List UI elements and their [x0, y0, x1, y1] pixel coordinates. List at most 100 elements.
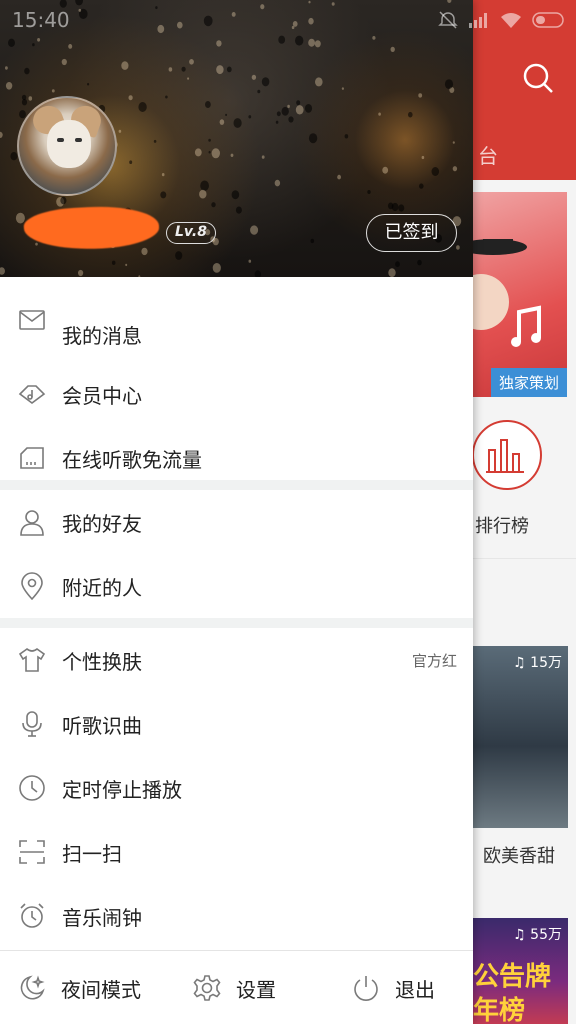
menu-item-friends[interactable]: 我的好友	[0, 490, 473, 554]
rain-drop	[216, 65, 224, 75]
rain-drop	[219, 119, 225, 125]
rain-drop	[28, 96, 33, 101]
menu-item-label: 我的消息	[62, 324, 142, 348]
night-mode-button[interactable]: 夜间模式	[18, 951, 141, 1024]
menu-item-label: 扫一扫	[62, 841, 122, 866]
play-count: ♫ 15万	[513, 655, 562, 671]
diamond-music-icon	[18, 385, 46, 404]
rain-drop	[287, 104, 290, 108]
mute-icon	[438, 11, 458, 29]
menu-item-free-data[interactable]: 在线听歌免流量	[0, 426, 473, 490]
menu-item-music-alarm[interactable]: 音乐闹钟	[0, 884, 473, 948]
rain-drop	[216, 40, 222, 47]
moon-icon	[20, 975, 45, 1000]
menu-item-label: 会员中心	[62, 383, 142, 408]
rain-drop	[431, 167, 440, 176]
rain-drop	[281, 106, 289, 116]
rain-drop	[341, 87, 344, 90]
rain-drop	[35, 242, 38, 246]
rain-drop	[208, 150, 211, 154]
menu-item-sleep-timer[interactable]: 定时停止播放	[0, 756, 473, 820]
menu-item-messages[interactable]: 我的消息	[0, 277, 473, 362]
rain-drop	[417, 259, 422, 266]
status-icons	[438, 11, 566, 29]
rain-drop	[274, 179, 281, 187]
menu-item-vip-center[interactable]: 会员中心	[0, 362, 473, 426]
rain-drop	[5, 82, 13, 90]
rain-drop	[251, 74, 257, 80]
exit-button[interactable]: 退出	[352, 951, 435, 1024]
wifi-icon	[501, 13, 521, 28]
rain-drop	[199, 189, 207, 199]
rain-drop	[60, 196, 67, 205]
location-pin-icon	[21, 572, 43, 600]
checkin-button[interactable]: 已签到	[366, 214, 457, 252]
rain-drop	[367, 190, 371, 194]
menu-item-song-recognition[interactable]: 听歌识曲	[0, 692, 473, 756]
rain-drop	[231, 190, 240, 200]
rain-drop	[211, 202, 216, 208]
rain-drop	[68, 44, 73, 49]
menu-item-label: 音乐闹钟	[62, 905, 142, 930]
level-badge: Lv.8	[166, 222, 216, 244]
search-icon[interactable]	[522, 62, 554, 94]
rain-drop	[308, 133, 318, 144]
rain-drop	[194, 148, 202, 157]
rain-drop	[408, 111, 413, 118]
rain-drop	[211, 148, 220, 159]
play-count: ♫ 55万	[513, 927, 562, 943]
rain-drop	[160, 191, 167, 199]
rain-drop	[235, 206, 242, 214]
rain-drop	[254, 270, 261, 277]
bottom-bar: 夜间模式 设置 退出	[0, 950, 473, 1024]
background-tab-partial[interactable]: 台	[478, 140, 498, 169]
rank-label[interactable]: 排行榜	[475, 512, 529, 538]
rain-drop	[261, 77, 270, 87]
rain-drop	[248, 115, 252, 119]
rain-drop	[304, 104, 313, 113]
clock-icon	[19, 775, 45, 801]
rain-drop	[344, 134, 349, 139]
rain-drop	[208, 138, 211, 142]
avatar[interactable]	[17, 96, 117, 196]
rain-drop	[225, 113, 228, 117]
rank-icon[interactable]	[472, 420, 542, 490]
rain-drop	[315, 77, 323, 87]
playlist-card[interactable]: ♫ 15万	[473, 646, 568, 828]
banner-tag: 独家策划	[490, 368, 567, 397]
gear-icon	[193, 975, 221, 1001]
background-banner[interactable]: 独家策划	[473, 192, 567, 397]
rain-drop	[276, 111, 281, 117]
rain-drop	[125, 263, 128, 267]
rain-drop	[175, 251, 183, 260]
menu-item-skin[interactable]: 个性换肤 官方红	[0, 628, 473, 692]
menu-item-label: 附近的人	[62, 575, 142, 600]
rain-drop	[165, 95, 168, 99]
playlist-card[interactable]: ♫ 55万 公告牌 年榜	[473, 918, 568, 1024]
menu-group-messages: 我的消息 会员中心 在线听歌免流量	[0, 277, 473, 490]
menu-group-social: 我的好友 附近的人	[0, 490, 473, 628]
mic-icon	[22, 711, 42, 737]
rain-drop	[337, 174, 341, 180]
banner-art	[473, 239, 541, 347]
rain-drop	[230, 153, 234, 157]
battery-icon	[532, 12, 564, 28]
mail-icon	[19, 310, 45, 330]
menu-item-nearby[interactable]: 附近的人	[0, 554, 473, 618]
menu-item-scan[interactable]: 扫一扫	[0, 820, 473, 884]
rain-drop	[121, 61, 129, 70]
rain-drop	[168, 67, 173, 72]
settings-button[interactable]: 设置	[193, 951, 276, 1024]
profile-header: e Lv.8 已签到	[0, 0, 473, 277]
tshirt-icon	[18, 647, 46, 672]
playlist-card-label[interactable]: 欧美香甜	[483, 842, 555, 868]
rain-drop	[212, 263, 221, 273]
signal-icon	[469, 13, 487, 28]
settings-label: 设置	[236, 977, 276, 1002]
rain-drop	[275, 120, 279, 124]
rain-drop	[261, 155, 265, 159]
rain-drop	[452, 141, 455, 144]
rain-drop	[456, 245, 460, 250]
rain-drop	[419, 183, 424, 189]
rain-drop	[295, 105, 304, 115]
